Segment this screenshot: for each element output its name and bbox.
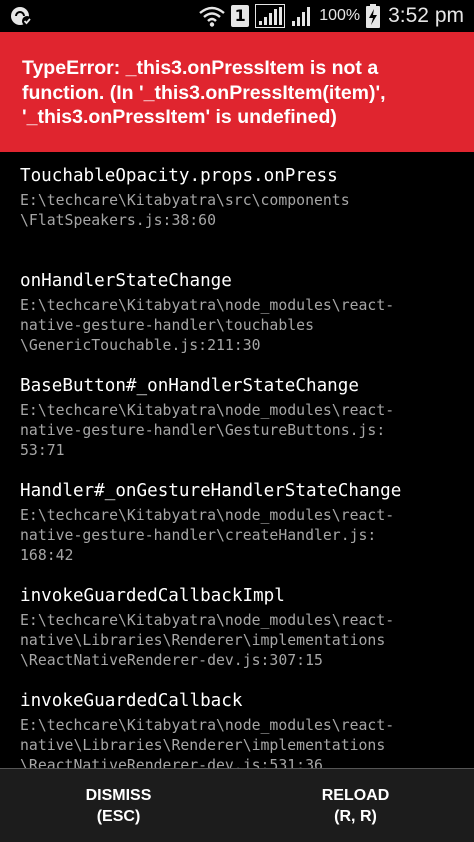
battery-percent: 100% [319,7,361,24]
stack-frame-file: E:\techcare\Kitabyatra\node_modules\reac… [20,297,395,354]
stack-frame-method: onHandlerStateChange [20,271,232,291]
battery-charging-icon [366,4,381,28]
sim-1-icon: 1 [231,5,250,27]
wifi-icon [199,5,225,27]
stack-frame-method: invokeGuardedCallback [20,691,243,711]
error-message: TypeError: _this3.onPressItem is not a f… [22,57,386,128]
action-button-bar: DISMISS (ESC) RELOAD (R, R) [0,768,474,842]
reload-button-label: RELOAD [321,786,390,804]
stack-frame[interactable]: invokeGuardedCallbackImpl E:\techcare\Ki… [20,582,454,673]
error-header: TypeError: _this3.onPressItem is not a f… [0,32,474,152]
stack-frame-file: E:\techcare\Kitabyatra\node_modules\reac… [20,612,395,669]
stack-frame-method: Handler#_onGestureHandlerStateChange [20,481,402,501]
stack-frame[interactable]: BaseButton#_onHandlerStateChange E:\tech… [20,372,454,463]
stack-frame-method: BaseButton#_onHandlerStateChange [20,376,359,396]
stack-frame[interactable]: Handler#_onGestureHandlerStateChange E:\… [20,477,454,568]
stack-frame[interactable]: TouchableOpacity.props.onPress E:\techca… [20,162,454,253]
signal-icon-1 [255,4,286,28]
stack-frame[interactable]: onHandlerStateChange E:\techcare\Kitabya… [20,267,454,358]
app-notification-icon [10,5,34,27]
stack-frame-file: E:\techcare\Kitabyatra\node_modules\reac… [20,717,395,768]
stack-trace-list[interactable]: TouchableOpacity.props.onPress E:\techca… [0,152,474,768]
clock-time: 3:52 pm [388,4,464,27]
stack-frame-file: E:\techcare\Kitabyatra\node_modules\reac… [20,402,395,459]
dismiss-button-shortcut: (ESC) [96,807,141,825]
dismiss-button-label: DISMISS [85,786,152,804]
status-bar: 1 100% 3:52 pm [0,0,474,32]
reload-button[interactable]: RELOAD (R, R) [237,769,474,842]
stack-frame[interactable]: invokeGuardedCallback E:\techcare\Kitaby… [20,687,454,768]
stack-frame-method: invokeGuardedCallbackImpl [20,586,285,606]
dismiss-button[interactable]: DISMISS (ESC) [0,769,237,842]
stack-frame-method: TouchableOpacity.props.onPress [20,166,338,186]
stack-frame-file: E:\techcare\Kitabyatra\node_modules\reac… [20,507,395,564]
stack-frame-file: E:\techcare\Kitabyatra\src\components \F… [20,192,350,229]
reload-button-shortcut: (R, R) [334,807,377,825]
signal-icon-2 [291,5,313,27]
